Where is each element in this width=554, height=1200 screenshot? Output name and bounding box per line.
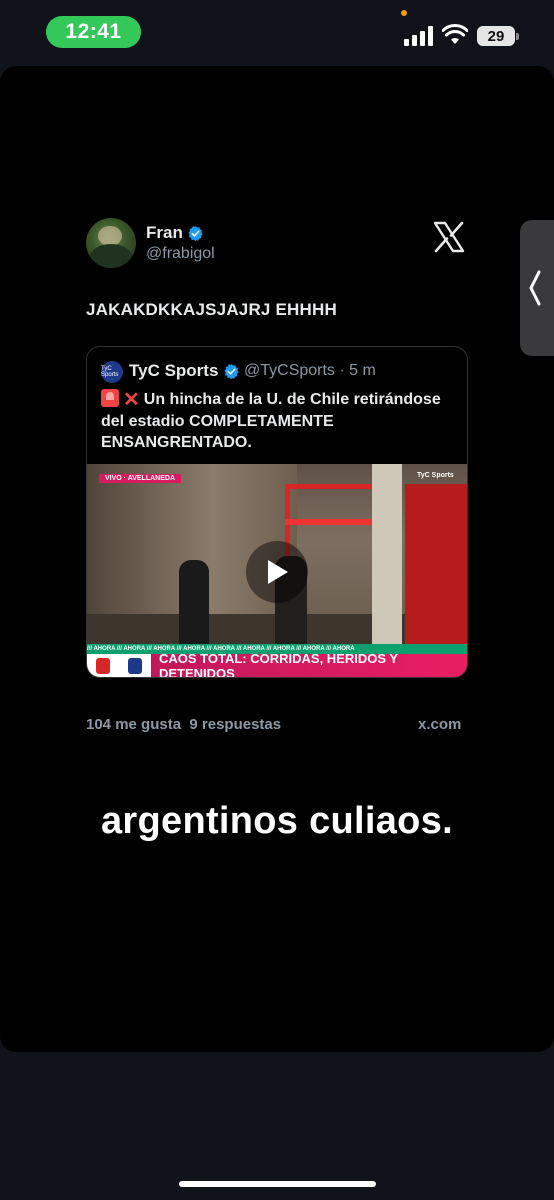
quoted-tweet[interactable]: TyC Sports TyC Sports @TyCSports · 5 m ✕… [86,346,468,678]
video-frame-red-bar [285,519,385,525]
video-frame-person [179,560,209,646]
quoted-text-body: Un hincha de la U. de Chile retirándose … [101,391,441,451]
video-player[interactable]: VIVO · AVELLANEDA TyC Sports /// AHORA /… [87,464,467,677]
home-indicator[interactable] [179,1181,376,1187]
tweet-source-link[interactable]: x.com [418,716,461,733]
verified-badge-icon [224,363,240,379]
quoted-author-name: TyC Sports [129,361,219,380]
tweet-author[interactable]: Fran [146,223,204,243]
play-icon [268,560,288,584]
mic-indicator-icon [401,10,407,16]
tweet-text: JAKAKDKKAJSJAJRJ EHHHH [86,300,337,319]
play-button[interactable] [246,541,308,603]
wifi-icon [442,24,468,44]
video-frame-red-door [405,484,467,646]
author-handle[interactable]: @frabigol [146,245,215,263]
video-caption: CAOS TOTAL: CORRIDAS, HERIDOS Y DETENIDO… [151,651,467,677]
siren-icon [101,389,119,407]
likes-count: 104 me gusta [86,716,182,733]
team-crest-icon [128,657,142,674]
quoted-avatar[interactable]: TyC Sports [101,361,123,383]
live-tag: VIVO · AVELLANEDA [99,474,182,483]
quoted-handle[interactable]: @TyCSports · 5 m [244,362,376,380]
battery-icon: 29 [477,26,519,46]
status-time[interactable]: 12:41 [46,16,141,48]
status-bar: 12:41 29 [0,0,554,64]
cross-mark-icon: ✕ [123,389,140,411]
team-badges [87,654,151,677]
quoted-author[interactable]: TyC Sports [129,361,240,381]
replies-count: 9 respuestas [189,716,282,733]
story-overlay-text: argentinos culiaos. [100,800,453,842]
x-logo-icon[interactable] [432,220,466,254]
video-caption-bar: CAOS TOTAL: CORRIDAS, HERIDOS Y DETENIDO… [87,651,467,677]
side-panel-handle[interactable] [520,220,554,356]
author-name: Fran [146,223,183,242]
verified-badge-icon [188,225,203,241]
team-crest-icon [96,657,110,674]
tweet-stats[interactable]: 104 me gusta 9 respuestas [86,716,281,733]
channel-bug: TyC Sports [417,472,454,479]
video-frame-pillar [372,464,402,646]
cellular-signal-icon [404,26,433,46]
avatar[interactable] [86,218,136,268]
quoted-text: ✕ Un hincha de la U. de Chile retirándose… [101,389,461,453]
chevron-left-icon [529,270,541,306]
